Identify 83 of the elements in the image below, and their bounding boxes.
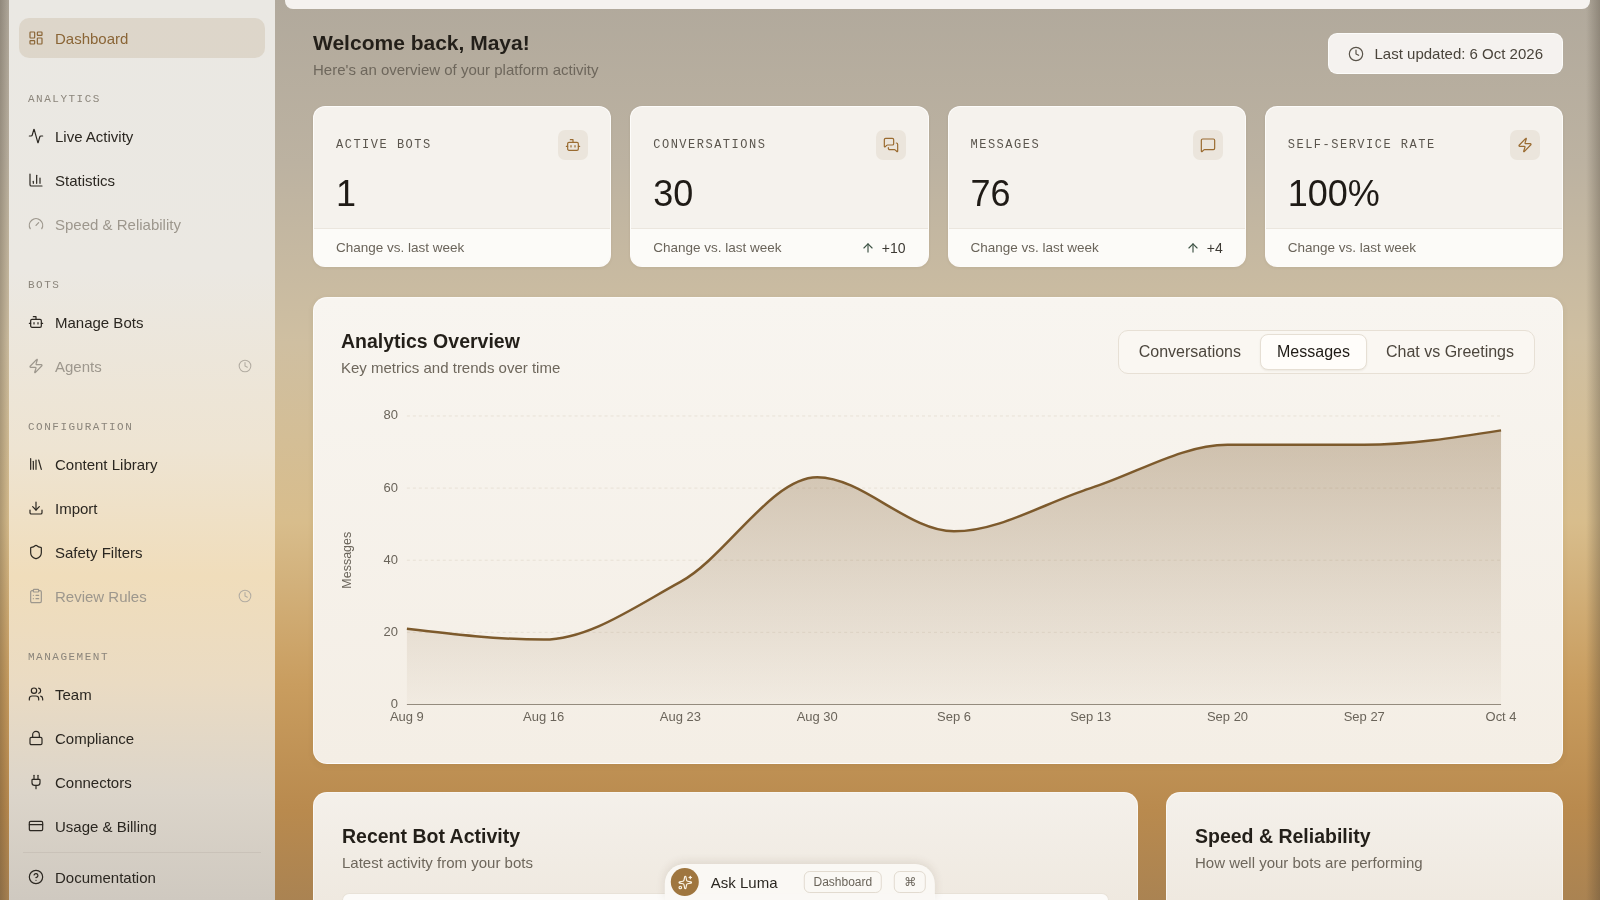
axis-tick-label: 0	[390, 695, 398, 711]
context-tag: Dashboard	[803, 871, 883, 893]
robot-icon	[28, 314, 44, 330]
sidebar-nav-item[interactable]: Dashboard	[19, 18, 265, 58]
sidebar-section-heading: ANALYTICS	[27, 92, 102, 106]
sidebar-nav-item[interactable]: Manage Bots	[19, 302, 265, 342]
arrow-up-icon	[1185, 240, 1200, 255]
stat-value: 1	[336, 172, 358, 216]
sidebar-nav-item[interactable]: Live Activity	[19, 116, 265, 156]
axis-tick-label: Aug 9	[389, 708, 424, 724]
page-subtitle: Here's an overview of your platform activity	[313, 60, 599, 80]
gauge-icon	[28, 216, 44, 232]
card-subtitle: Latest activity from your bots	[342, 853, 534, 873]
sidebar-nav-item[interactable]: Connectors	[19, 762, 265, 802]
lock-icon	[28, 730, 44, 746]
clock-icon	[1347, 45, 1364, 62]
stat-note: Change vs. last week	[653, 240, 782, 255]
axis-tick-label: Aug 16	[523, 708, 565, 724]
lightning-icon	[28, 358, 44, 374]
chart-tab[interactable]: Conversations	[1121, 334, 1258, 370]
axis-tick-label: Sep 27	[1343, 708, 1385, 724]
sidebar-nav-item[interactable]: Compliance	[19, 718, 265, 758]
sidebar-nav-item[interactable]: Content Library	[19, 444, 265, 484]
axis-tick-label: Aug 23	[659, 708, 701, 724]
plug-icon	[28, 774, 44, 790]
stat-note: Change vs. last week	[1287, 240, 1417, 255]
page-title: Welcome back, Maya!	[313, 30, 531, 56]
chat-bubbles-icon	[875, 130, 906, 160]
chart-tab[interactable]: Chat vs Greetings	[1368, 334, 1531, 370]
axis-tick-label: 60	[383, 479, 398, 495]
stat-value: 100%	[1287, 172, 1381, 216]
pulse-line-icon	[28, 128, 44, 144]
stat-label: CONVERSATIONS	[653, 138, 767, 152]
stat-label: SELF-SERVICE RATE	[1287, 138, 1436, 152]
sidebar-section-heading: CONFIGURATION	[27, 420, 135, 434]
stat-label: ACTIVE BOTS	[336, 138, 432, 152]
shortcut-key: ⌘	[894, 871, 927, 893]
axis-title: Messages	[341, 531, 355, 589]
card-subtitle: Key metrics and trends over time	[341, 358, 561, 378]
sidebar-nav-item[interactable]: Usage & Billing	[19, 806, 265, 846]
stat-value: 30	[653, 172, 695, 216]
download-icon	[28, 500, 44, 516]
stat-value: 76	[970, 172, 1012, 216]
axis-tick-label: Sep 13	[1070, 708, 1112, 724]
bar-chart-icon	[28, 172, 44, 188]
card-title: Speed & Reliability	[1195, 824, 1372, 849]
clipboard-list-icon	[28, 588, 44, 604]
stat-delta: +10	[881, 239, 906, 256]
sidebar-nav-item[interactable]: Statistics	[19, 160, 265, 200]
people-icon	[28, 686, 44, 702]
stat-delta: +4	[1206, 239, 1223, 256]
stat-note: Change vs. last week	[336, 240, 465, 255]
chart-tab[interactable]: Messages	[1260, 334, 1367, 370]
stat-note: Change vs. last week	[970, 240, 1099, 255]
last-updated-text: Last updated: 6 Oct 2026	[1374, 45, 1543, 62]
sidebar-nav-item[interactable]: Team	[19, 674, 265, 714]
sidebar-nav-item[interactable]: Safety Filters	[19, 532, 265, 572]
assistant-label: Ask Luma	[710, 873, 778, 891]
axis-tick-label: 80	[383, 407, 398, 423]
sidebar-nav-item[interactable]: Import	[19, 488, 265, 528]
sidebar-section-heading: MANAGEMENT	[27, 650, 110, 664]
shield-icon	[28, 544, 44, 560]
axis-tick-label: Aug 30	[796, 708, 838, 724]
card-title: Recent Bot Activity	[342, 824, 522, 849]
help-icon	[28, 869, 44, 885]
axis-tick-label: 40	[383, 551, 398, 567]
dashboard-grid-icon	[28, 30, 44, 46]
axis-tick-label: Sep 6	[937, 708, 971, 724]
books-icon	[28, 456, 44, 472]
chat-bubble-icon	[1192, 130, 1223, 160]
card-title: Analytics Overview	[341, 329, 521, 354]
axis-tick-label: 20	[383, 623, 398, 639]
lightning-icon	[1510, 130, 1540, 160]
stat-label: MESSAGES	[970, 138, 1041, 152]
sidebar-nav-item[interactable]: Documentation	[19, 857, 265, 897]
sparkle-icon	[670, 868, 699, 896]
robot-icon	[558, 130, 589, 160]
credit-card-icon	[28, 818, 44, 834]
axis-tick-label: Sep 20	[1206, 708, 1249, 724]
axis-tick-label: Oct 4	[1485, 708, 1517, 724]
card-subtitle: How well your bots are performing	[1195, 853, 1424, 873]
sidebar-section-heading: BOTS	[27, 278, 62, 292]
assistant-bar[interactable]: Ask Luma Dashboard ⌘	[664, 864, 936, 900]
